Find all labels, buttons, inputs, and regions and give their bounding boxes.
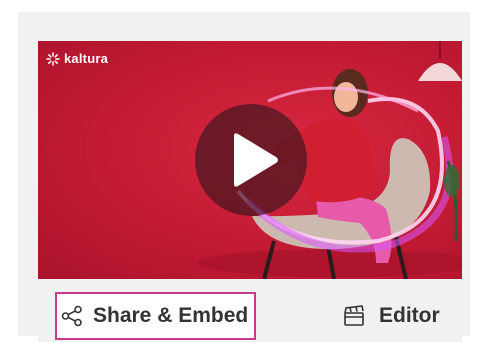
video-player[interactable]: kaltura bbox=[38, 41, 462, 279]
play-icon bbox=[234, 133, 278, 187]
editor-label: Editor bbox=[379, 304, 440, 327]
clapperboard-icon bbox=[344, 305, 364, 326]
editor-button[interactable]: Editor bbox=[343, 292, 440, 340]
action-bar: Share & Embed Editor bbox=[38, 280, 462, 342]
brand-logo: kaltura bbox=[46, 51, 108, 66]
brand-label: kaltura bbox=[64, 51, 109, 66]
share-embed-label: Share & Embed bbox=[93, 304, 249, 327]
share-embed-button[interactable]: Share & Embed bbox=[55, 292, 256, 340]
share-icon bbox=[61, 305, 82, 327]
kaltura-logo-icon bbox=[46, 51, 60, 66]
lamp-icon bbox=[418, 41, 462, 81]
play-button[interactable] bbox=[195, 104, 307, 216]
